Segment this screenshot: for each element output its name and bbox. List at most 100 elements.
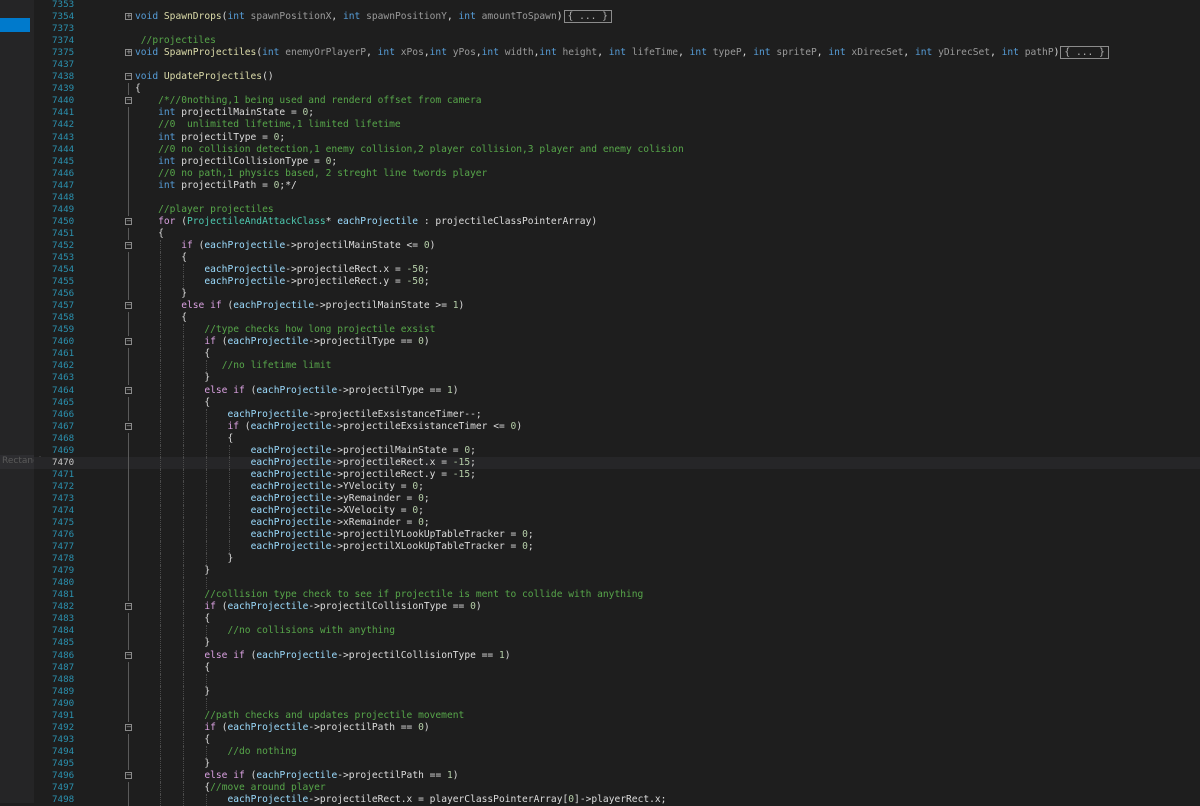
code-line[interactable]: 7440 − /*//0nothing,1 being used and rende… xyxy=(34,95,1200,107)
code-line[interactable]: 7445 int projectilCollisionType = 0; xyxy=(34,155,1200,168)
code-text[interactable]: //0 no path,1 physics based, 2 streght l… xyxy=(158,168,487,180)
code-text[interactable]: else if (eachProjectile->projectilMainSt… xyxy=(181,300,464,312)
code-line[interactable]: 7498 eachProjectile->projectileRect.x = p… xyxy=(34,794,1200,806)
code-line[interactable]: 7450 − for (ProjectileAndAttackClass* each… xyxy=(34,216,1200,228)
code-line[interactable]: 7487 { xyxy=(34,661,1200,674)
code-line[interactable]: 7446 //0 no path,1 physics based, 2 streg… xyxy=(34,167,1200,180)
code-line[interactable]: 7484 //no collisions with anything xyxy=(34,625,1200,638)
code-text[interactable]: } xyxy=(204,686,210,698)
code-text[interactable]: } xyxy=(204,372,210,384)
collapse-outline-icon[interactable]: − xyxy=(125,73,132,81)
code-text[interactable]: int projectilMainState = 0; xyxy=(158,107,314,119)
code-line[interactable]: 7443 int projectilType = 0; xyxy=(34,131,1200,144)
code-line[interactable]: 7482 − if (eachProjectile->projectilCollis… xyxy=(34,601,1200,614)
code-text[interactable]: if (eachProjectile->projectilPath == 0) xyxy=(204,722,429,734)
code-line[interactable]: 7491 //path checks and updates projectile… xyxy=(34,709,1200,722)
code-line[interactable]: 7492 − if (eachProjectile->projectilPath =… xyxy=(34,721,1200,734)
code-text[interactable]: int projectilType = 0; xyxy=(158,132,285,144)
code-line[interactable]: 7456} xyxy=(34,288,1200,301)
code-text[interactable]: void SpawnDrops(int spawnPositionX, int … xyxy=(135,10,612,24)
code-line[interactable]: 7483 { xyxy=(34,613,1200,626)
code-line[interactable]: 7459 //type checks how long projectile ex… xyxy=(34,324,1200,337)
expand-outline-icon[interactable]: + xyxy=(125,13,132,21)
code-line[interactable]: 7457 − else if (eachProjectile->projectilM… xyxy=(34,300,1200,313)
code-line[interactable]: 7478} xyxy=(34,553,1200,566)
code-line[interactable]: 7488 xyxy=(34,673,1200,686)
code-text[interactable]: { xyxy=(181,312,187,324)
code-text[interactable]: { xyxy=(204,613,210,625)
code-text[interactable]: void UpdateProjectiles() xyxy=(135,71,274,83)
code-line[interactable]: 7453 { xyxy=(34,251,1200,265)
code-line[interactable]: 7354 + void SpawnDrops(int spawnPositionX,… xyxy=(34,10,1200,24)
code-line[interactable]: 7438 − void UpdateProjectiles() xyxy=(34,71,1200,83)
code-text[interactable]: eachProjectile->projectileRect.y = -15; xyxy=(251,469,476,481)
left-panel-active-tab[interactable] xyxy=(0,18,30,32)
collapse-outline-icon[interactable]: − xyxy=(125,386,132,394)
code-text[interactable]: //do nothing xyxy=(227,746,296,758)
code-line[interactable]: 7497 {//move around player xyxy=(34,782,1200,795)
code-text[interactable]: int projectilCollisionType = 0; xyxy=(158,156,337,168)
code-text[interactable]: eachProjectile->yRemainder = 0; xyxy=(251,493,430,505)
code-line[interactable]: 7475 eachProjectile->xRemainder = 0; xyxy=(34,517,1200,530)
code-line[interactable]: 7448 xyxy=(34,191,1200,204)
code-line[interactable]: 7495} xyxy=(34,757,1200,770)
code-text[interactable]: eachProjectile->xRemainder = 0; xyxy=(251,517,430,529)
code-line[interactable]: 7470 eachProjectile->projectileRect.x = -… xyxy=(34,456,1200,469)
code-text[interactable]: else if (eachProjectile->projectilCollis… xyxy=(204,650,510,662)
code-line[interactable]: 7458 { xyxy=(34,312,1200,325)
collapse-outline-icon[interactable]: − xyxy=(125,97,132,105)
code-line[interactable]: 7447 int projectilPath = 0;*/ xyxy=(34,179,1200,192)
code-text[interactable]: /*//0nothing,1 being used and renderd of… xyxy=(158,95,481,107)
code-text[interactable]: if (eachProjectile->projectilCollisionTy… xyxy=(204,601,481,613)
code-line[interactable]: 7373 xyxy=(34,23,1200,35)
collapse-outline-icon[interactable]: − xyxy=(125,772,132,779)
collapse-outline-icon[interactable]: − xyxy=(125,241,132,249)
code-text[interactable]: } xyxy=(204,758,210,770)
code-line[interactable]: 7463} xyxy=(34,372,1200,385)
code-line[interactable]: 7496 − else if (eachProjectile->projectilP… xyxy=(34,770,1200,783)
code-line[interactable]: 7481 //collision type check to see if pro… xyxy=(34,589,1200,602)
code-line[interactable]: 7486 − else if (eachProjectile->projectilC… xyxy=(34,649,1200,662)
code-line[interactable]: 7452 − if (eachProjectile->projectilMainSt… xyxy=(34,239,1200,252)
code-text[interactable]: if (eachProjectile->projectileExsistance… xyxy=(227,421,522,433)
code-text[interactable]: {//move around player xyxy=(204,782,325,794)
code-text[interactable]: //no lifetime limit xyxy=(222,360,332,372)
code-text[interactable]: eachProjectile->projectilXLookUpTableTra… xyxy=(251,541,534,553)
code-line[interactable]: 7466 eachProjectile->projectileExsistance… xyxy=(34,408,1200,421)
code-text[interactable]: else if (eachProjectile->projectilPath =… xyxy=(204,770,458,782)
code-line[interactable]: 7477 eachProjectile->projectilXLookUpTabl… xyxy=(34,541,1200,554)
code-text[interactable]: //0 no collision detection,1 enemy colli… xyxy=(158,144,684,156)
code-line[interactable]: 7439 { xyxy=(34,83,1200,96)
code-line[interactable]: 7451 { xyxy=(34,227,1200,240)
code-text[interactable]: } xyxy=(204,565,210,577)
code-line[interactable]: 7460 − if (eachProjectile->projectilType =… xyxy=(34,336,1200,349)
code-line[interactable]: 7467 − if (eachProjectile->projectileExsis… xyxy=(34,420,1200,433)
collapse-outline-icon[interactable]: − xyxy=(125,422,132,430)
collapse-outline-icon[interactable]: − xyxy=(125,723,132,731)
code-text[interactable]: eachProjectile->projectileExsistanceTime… xyxy=(227,409,481,421)
code-line[interactable]: 7494 //do nothing xyxy=(34,745,1200,758)
code-line[interactable]: 7461 { xyxy=(34,348,1200,361)
expand-outline-icon[interactable]: + xyxy=(125,49,132,57)
code-line[interactable]: 7353 xyxy=(34,0,1200,11)
code-text[interactable]: { xyxy=(204,397,210,409)
code-text[interactable]: //player projectiles xyxy=(158,204,274,216)
code-text[interactable]: { xyxy=(227,433,233,445)
code-text[interactable]: if (eachProjectile->projectilType == 0) xyxy=(204,336,429,348)
code-line[interactable]: 7374 //projectiles xyxy=(34,35,1200,47)
code-line[interactable]: 7442 //0 unlimited lifetime,1 limited lif… xyxy=(34,119,1200,132)
code-text[interactable]: void SpawnProjectiles(int enemyOrPlayerP… xyxy=(135,46,1109,60)
code-text[interactable]: eachProjectile->YVelocity = 0; xyxy=(251,481,424,493)
code-line[interactable]: 7479} xyxy=(34,565,1200,578)
code-text[interactable]: if (eachProjectile->projectilMainState <… xyxy=(181,240,435,252)
code-text[interactable]: else if (eachProjectile->projectilType =… xyxy=(204,385,458,397)
code-text[interactable]: eachProjectile->projectileRect.x = -50; xyxy=(204,264,429,276)
code-text[interactable]: eachProjectile->projectileRect.x = playe… xyxy=(227,794,666,806)
code-text[interactable]: { xyxy=(204,734,210,746)
code-text[interactable]: //0 unlimited lifetime,1 limited lifetim… xyxy=(158,119,401,131)
code-text[interactable]: { xyxy=(135,83,141,95)
code-text[interactable]: eachProjectile->projectilYLookUpTableTra… xyxy=(251,529,534,541)
code-text[interactable]: //no collisions with anything xyxy=(227,625,395,637)
code-line[interactable]: 7471 eachProjectile->projectileRect.y = -… xyxy=(34,468,1200,481)
code-text[interactable]: //projectiles xyxy=(141,35,216,47)
